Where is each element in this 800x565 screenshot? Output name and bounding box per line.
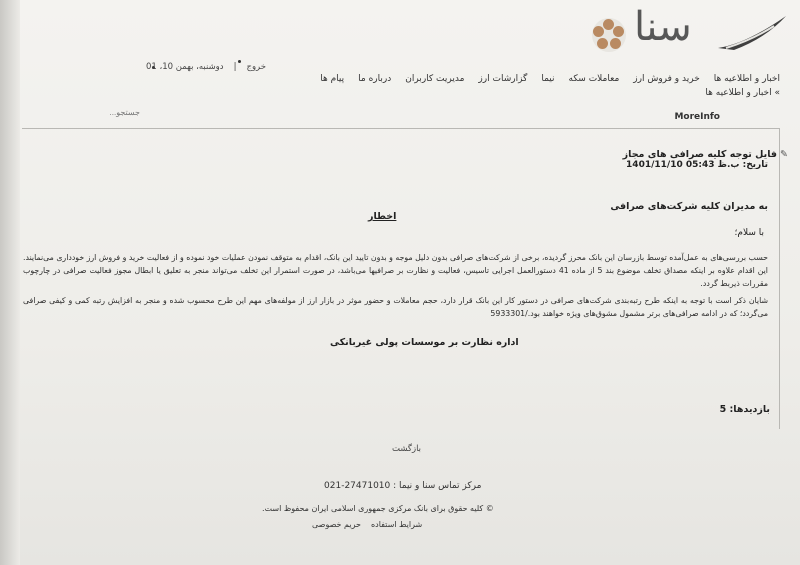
copyright-text: © کلیه حقوق برای بانک مرکزی جمهوری اسلام… — [262, 504, 494, 513]
article-warning: اخطار — [368, 211, 397, 222]
logo-text: سنا — [634, 4, 694, 50]
article-paragraph-2: شایان ذکر است با توجه به اینکه طرح رتبه‌… — [23, 296, 768, 318]
nav-item-news[interactable]: اخبار و اطلاعیه ها — [714, 74, 780, 84]
swoosh-icon — [718, 16, 786, 50]
back-link[interactable]: بازگشت — [392, 444, 421, 454]
nav-item-coin[interactable]: معاملات سکه — [569, 74, 620, 84]
article-title: ✎فایل توجه کلیه صرافی های مجاز — [622, 149, 788, 160]
nav-item-currency[interactable]: خرید و فروش ارز — [633, 74, 699, 84]
search-input[interactable] — [98, 107, 142, 118]
breadcrumb[interactable]: » اخبار و اطلاعیه ها — [705, 88, 780, 98]
terms-link[interactable]: شرایط استفاده — [371, 520, 422, 529]
article-recipient: به مدیران کلیه شرکت‌های صرافی — [610, 201, 768, 212]
flower-icon — [592, 18, 626, 52]
nav-item-about[interactable]: درباره ما — [358, 74, 391, 84]
edit-icon: ✎ — [780, 149, 788, 160]
contact-center: مرکز تماس سنا و نیما : 27471010-021 — [324, 481, 482, 491]
main-nav: اخبار و اطلاعیه ها خرید و فروش ارز معامل… — [300, 70, 780, 88]
article-salute: با سلام؛ — [734, 228, 764, 238]
nav-item-messages[interactable]: پیام ها — [320, 74, 344, 84]
moreinfo-heading: MoreInfo — [674, 112, 720, 122]
page-sheet: سنا خروج | دوشنبه، بهمن 10، 01 اخبار و ا… — [0, 0, 800, 565]
page-shadow — [0, 0, 20, 565]
logout-link[interactable]: خروج — [246, 62, 266, 76]
footer-links: شرایط استفاده حریم خصوصی — [312, 520, 422, 529]
article-signature: اداره نظارت بر موسسات پولی غیربانکی — [330, 337, 519, 348]
user-bar: خروج | دوشنبه، بهمن 10، 01 — [16, 62, 266, 76]
privacy-link[interactable]: حریم خصوصی — [312, 520, 361, 529]
visit-count: بازدیدها: 5 — [719, 404, 770, 415]
nav-item-nima[interactable]: نیما — [541, 74, 554, 84]
article-date: تاریخ: ب.ظ 05:43 1401/11/10 — [626, 160, 768, 170]
article-paragraph-1: حسب بررسی‌های به عمل‌آمده توسط بازرسان ا… — [23, 253, 768, 288]
current-date: دوشنبه، بهمن 10، 01 — [145, 62, 224, 72]
site-logo[interactable]: سنا — [590, 4, 790, 60]
nav-item-users[interactable]: مدیریت کاربران — [405, 74, 464, 84]
nav-item-reports[interactable]: گزارشات ارز — [478, 74, 527, 84]
